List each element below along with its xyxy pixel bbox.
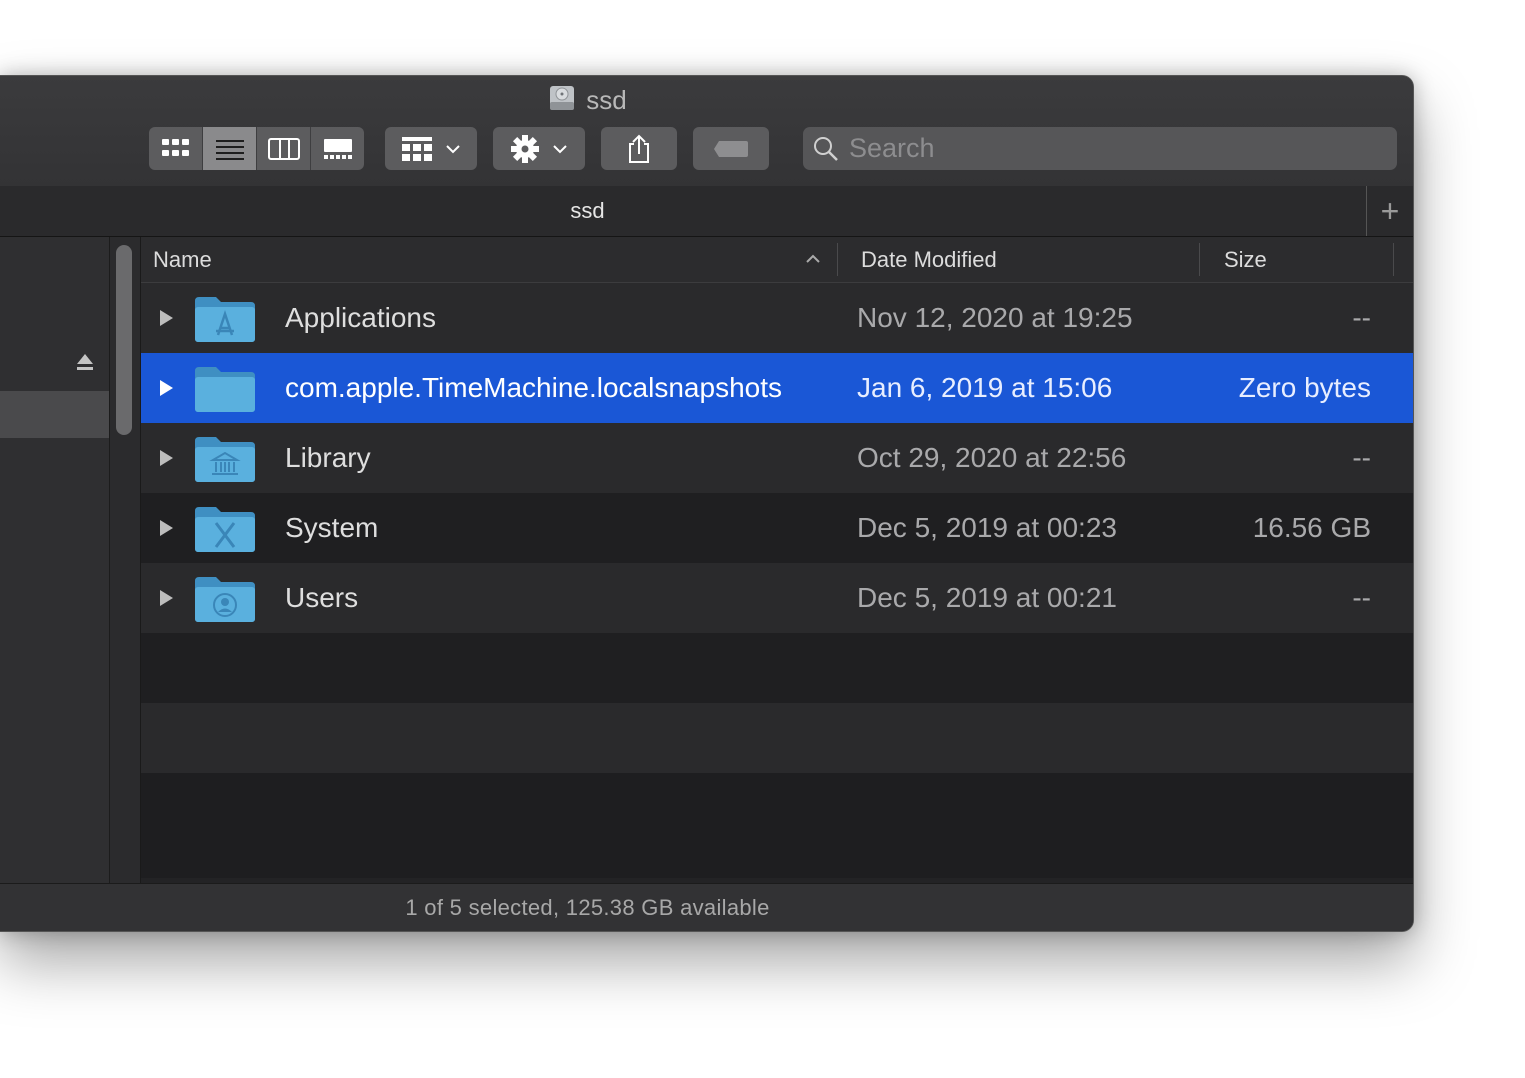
list-header: Name Date Modified Size (141, 237, 1413, 283)
empty-row (141, 633, 1413, 703)
plus-icon: + (1380, 192, 1400, 229)
tags-button[interactable] (693, 127, 769, 170)
file-name: Users (285, 582, 359, 613)
table-row[interactable]: Library Oct 29, 2020 at 22:56 -- (141, 423, 1413, 493)
tag-icon (714, 140, 748, 157)
list-view-icon (215, 139, 244, 160)
sidebar (0, 237, 110, 883)
toolbar: ssd (0, 76, 1413, 187)
gear-icon (511, 134, 539, 163)
empty-row (141, 703, 1413, 773)
table-row[interactable]: Applications Nov 12, 2020 at 19:25 -- (141, 283, 1413, 353)
file-name: Library (285, 442, 371, 473)
action-menu-button[interactable] (493, 127, 585, 170)
table-row[interactable]: Users Dec 5, 2019 at 00:21 -- (141, 563, 1413, 633)
search-icon (814, 136, 838, 161)
finder-window: ssd Search ssd + Name Date Modified Size… (0, 75, 1414, 932)
file-size: 16.56 GB (1252, 512, 1371, 543)
column-view-button[interactable] (257, 127, 311, 170)
disclosure-triangle-icon[interactable] (158, 589, 174, 607)
disclosure-triangle-icon[interactable] (158, 449, 174, 467)
library-folder-icon (195, 437, 255, 482)
file-date-modified: Dec 5, 2019 at 00:23 (857, 512, 1117, 543)
share-icon (629, 134, 649, 163)
group-by-button[interactable] (385, 127, 477, 170)
gallery-view-icon (323, 138, 352, 159)
sidebar-scroll-area (110, 237, 141, 883)
file-date-modified: Oct 29, 2020 at 22:56 (857, 442, 1127, 473)
file-name: Applications (285, 302, 436, 333)
new-tab-button[interactable]: + (1366, 186, 1413, 236)
chevron-down-icon (446, 144, 460, 153)
status-bar: 1 of 5 selected, 125.38 GB available (0, 883, 1413, 931)
file-name: System (285, 512, 379, 543)
search-input[interactable] (847, 132, 1371, 165)
status-text: 1 of 5 selected, 125.38 GB available (405, 895, 770, 920)
chevron-down-icon (553, 144, 567, 153)
file-size: Zero bytes (1238, 372, 1371, 403)
view-mode-control (149, 127, 364, 170)
column-header-size[interactable]: Size (1224, 237, 1267, 282)
list-view-button[interactable] (203, 127, 257, 170)
icon-view-icon (161, 138, 189, 156)
eject-icon[interactable] (75, 352, 95, 377)
file-rows: Applications Nov 12, 2020 at 19:25 -- co… (141, 283, 1413, 773)
file-size: -- (1352, 582, 1371, 613)
group-by-icon (402, 136, 432, 161)
sort-ascending-icon (806, 254, 820, 263)
sidebar-scrollbar[interactable] (116, 245, 132, 435)
file-list: Name Date Modified Size Applications Nov… (141, 237, 1413, 931)
tab-ssd[interactable]: ssd (0, 186, 1175, 236)
column-header-name[interactable]: Name (153, 237, 212, 282)
folder-icon (195, 367, 255, 412)
sidebar-item-ssd[interactable] (0, 391, 109, 438)
icon-view-button[interactable] (149, 127, 203, 170)
column-header-date-modified[interactable]: Date Modified (861, 237, 997, 282)
users-folder-icon (195, 577, 255, 622)
table-row[interactable]: System Dec 5, 2019 at 00:23 16.56 GB (141, 493, 1413, 563)
window-title: ssd (0, 82, 1175, 118)
tab-bar: ssd + (0, 186, 1413, 237)
applications-folder-icon (195, 297, 255, 342)
share-button[interactable] (601, 127, 677, 170)
disclosure-triangle-icon[interactable] (158, 309, 174, 327)
search-field[interactable] (803, 127, 1397, 170)
file-name: com.apple.TimeMachine.localsnapshots (285, 372, 782, 403)
file-size: -- (1352, 442, 1371, 473)
table-row-selected[interactable]: com.apple.TimeMachine.localsnapshots Jan… (141, 353, 1413, 423)
file-date-modified: Dec 5, 2019 at 00:21 (857, 582, 1117, 613)
system-folder-icon (195, 507, 255, 552)
file-date-modified: Jan 6, 2019 at 15:06 (857, 372, 1113, 403)
file-size: -- (1352, 302, 1371, 333)
disclosure-triangle-icon[interactable] (158, 379, 174, 397)
hard-disk-icon (548, 84, 576, 121)
file-date-modified: Nov 12, 2020 at 19:25 (857, 302, 1133, 333)
disclosure-triangle-icon[interactable] (158, 519, 174, 537)
column-view-icon (267, 137, 300, 160)
gallery-view-button[interactable] (311, 127, 364, 170)
